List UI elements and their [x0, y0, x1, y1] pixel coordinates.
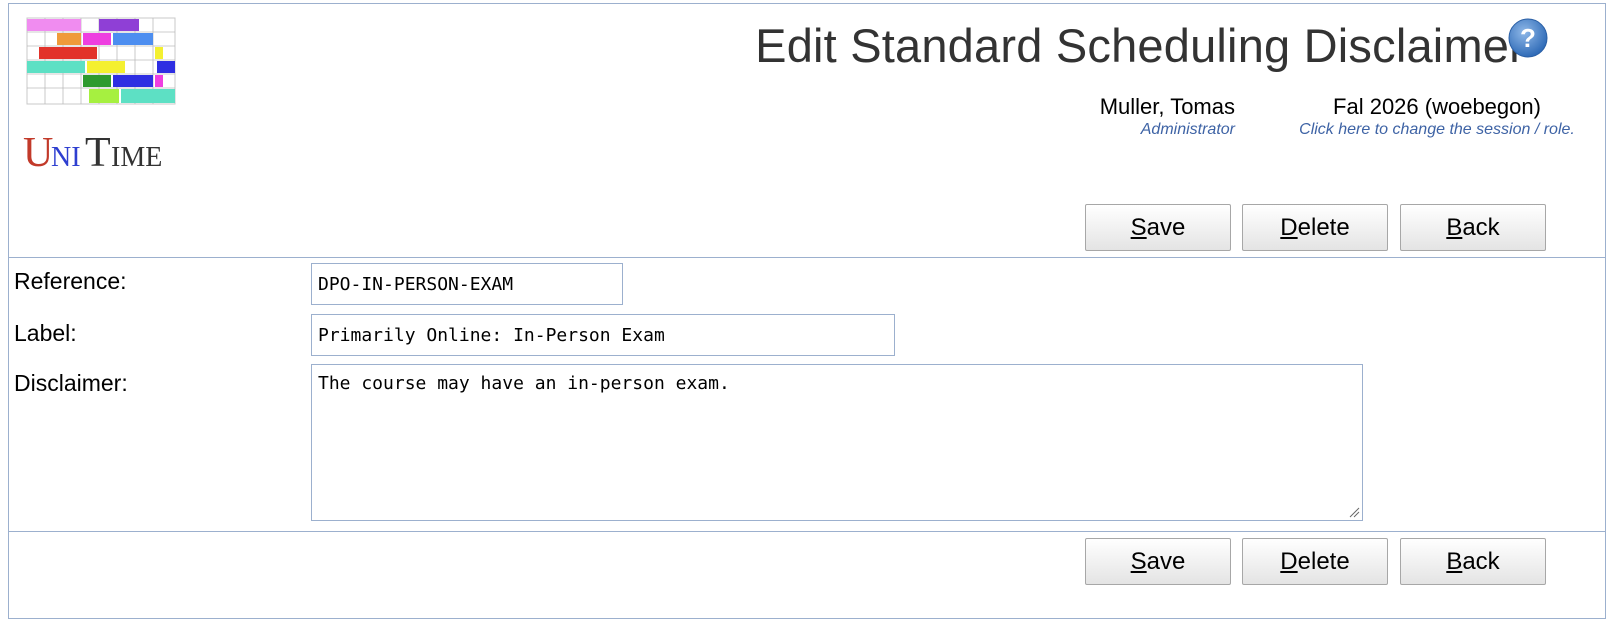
- unitime-logo: U NI T IME: [23, 17, 176, 176]
- resize-grip-icon[interactable]: [1348, 506, 1360, 518]
- question-circle-icon[interactable]: ?: [1507, 17, 1549, 59]
- page-title: Edit Standard Scheduling Disclaimer: [755, 19, 1525, 72]
- svg-text:?: ?: [1520, 23, 1536, 53]
- label-input[interactable]: Primarily Online: In-Person Exam: [311, 314, 895, 356]
- delete-label: elete: [1297, 547, 1350, 575]
- footer-divider: [9, 531, 1605, 532]
- session-info[interactable]: Fal 2026 (woebegon) Click here to change…: [1282, 94, 1592, 139]
- page-frame: U NI T IME Edit Standard Scheduling Disc…: [8, 3, 1606, 619]
- back-label: ack: [1462, 213, 1500, 241]
- back-accesskey: B: [1446, 547, 1463, 575]
- save-label: ave: [1146, 547, 1186, 575]
- save-button-bottom[interactable]: Save: [1085, 538, 1231, 585]
- delete-button-top[interactable]: Delete: [1242, 204, 1388, 251]
- reference-input[interactable]: DPO-IN-PERSON-EXAM: [311, 263, 623, 305]
- svg-text:IME: IME: [111, 142, 162, 173]
- save-accesskey: S: [1130, 213, 1147, 241]
- disclaimer-text: The course may have an in-person exam.: [318, 373, 730, 394]
- user-info: Muller, Tomas Administrator: [1100, 94, 1235, 139]
- user-role: Administrator: [1140, 121, 1235, 138]
- back-accesskey: B: [1446, 213, 1463, 241]
- save-label: ave: [1146, 213, 1186, 241]
- back-button-bottom[interactable]: Back: [1400, 538, 1546, 585]
- svg-text:NI: NI: [51, 142, 81, 173]
- header-divider: [9, 257, 1605, 258]
- disclaimer-textarea[interactable]: The course may have an in-person exam.: [311, 364, 1363, 521]
- delete-accesskey: D: [1280, 547, 1298, 575]
- delete-button-bottom[interactable]: Delete: [1242, 538, 1388, 585]
- delete-accesskey: D: [1280, 213, 1298, 241]
- save-button-top[interactable]: Save: [1085, 204, 1231, 251]
- svg-text:U: U: [23, 130, 53, 176]
- reference-label: Reference:: [14, 268, 127, 294]
- svg-text:T: T: [85, 130, 111, 176]
- back-label: ack: [1462, 547, 1500, 575]
- session-name[interactable]: Fal 2026 (woebegon): [1282, 94, 1592, 120]
- save-accesskey: S: [1130, 547, 1147, 575]
- back-button-top[interactable]: Back: [1400, 204, 1546, 251]
- disclaimer-label: Disclaimer:: [14, 370, 128, 396]
- change-session-link[interactable]: Click here to change the session / role.: [1282, 121, 1592, 139]
- label-label: Label:: [14, 320, 77, 346]
- delete-label: elete: [1297, 213, 1350, 241]
- user-name: Muller, Tomas: [1099, 94, 1235, 119]
